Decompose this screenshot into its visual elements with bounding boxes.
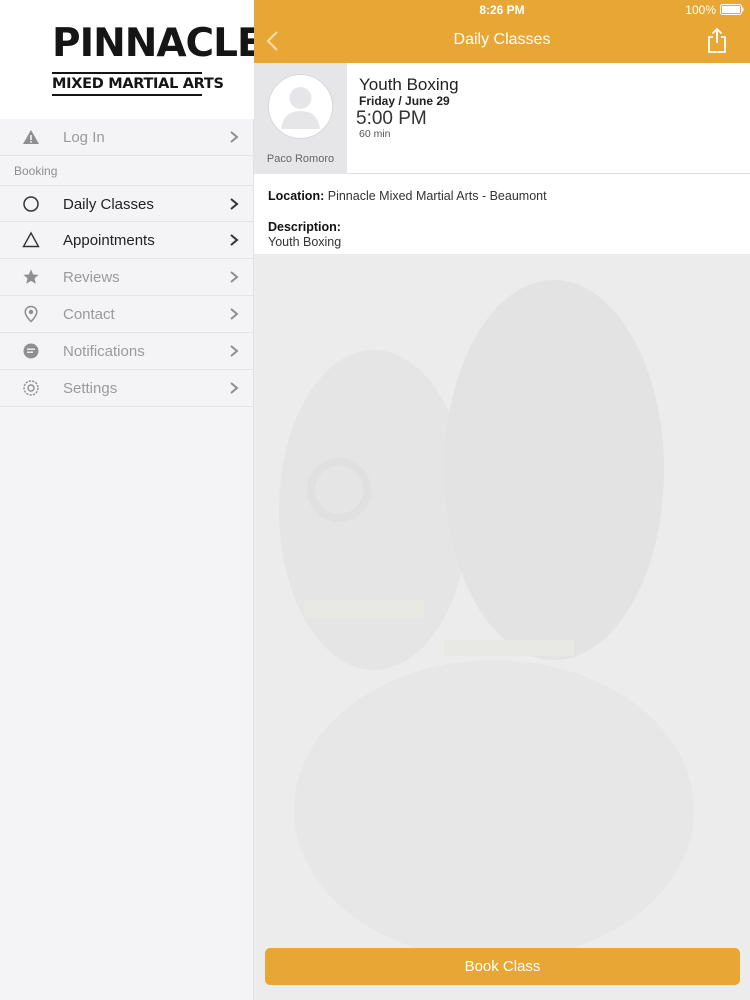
- chevron-right-icon: [230, 382, 239, 394]
- page-title: Daily Classes: [453, 31, 551, 48]
- class-card: Paco Romoro Youth Boxing Friday / June 2…: [254, 63, 750, 174]
- chevron-right-icon: [230, 345, 239, 357]
- sidebar-item-label: Log In: [63, 129, 105, 146]
- chevron-right-icon: [230, 131, 239, 143]
- chevron-right-icon: [230, 308, 239, 320]
- map-pin-icon: [24, 305, 38, 323]
- class-date: Friday / June 29: [359, 94, 450, 108]
- description-label: Description:: [268, 220, 341, 234]
- circle-icon: [23, 196, 39, 212]
- class-duration: 60 min: [359, 128, 391, 140]
- sidebar-item-label: Reviews: [63, 269, 120, 286]
- avatar: [268, 74, 333, 139]
- class-time: 5:00 PM: [356, 108, 427, 129]
- share-icon[interactable]: [706, 26, 728, 54]
- star-icon: [23, 269, 39, 284]
- nav-header: 8:26 PM 100% Daily Classes: [254, 0, 750, 63]
- description-label-line: Description:: [268, 220, 341, 234]
- sidebar-item-label: Contact: [63, 306, 115, 323]
- logo-area: PINNACLE MIXED MARTIAL ARTS: [0, 0, 264, 119]
- location-label: Location:: [268, 189, 325, 203]
- sidebar-item-label: Daily Classes: [63, 196, 154, 213]
- main-panel: 8:26 PM 100% Daily Classes Paco Romoro Y…: [254, 0, 750, 1000]
- chevron-right-icon: [230, 234, 239, 246]
- sidebar-item-label: Notifications: [63, 343, 145, 360]
- pinnacle-logo: PINNACLE MIXED MARTIAL ARTS: [52, 22, 264, 98]
- sidebar-item-daily-classes[interactable]: Daily Classes: [0, 185, 253, 222]
- sidebar-item-settings[interactable]: Settings: [0, 370, 253, 407]
- gear-icon: [23, 380, 39, 396]
- sidebar-item-reviews[interactable]: Reviews: [0, 259, 253, 296]
- sidebar-item-appointments[interactable]: Appointments: [0, 222, 253, 259]
- sidebar-item-contact[interactable]: Contact: [0, 296, 253, 333]
- sidebar-item-label: Settings: [63, 380, 118, 397]
- logo-subtitle: MIXED MARTIAL ARTS: [52, 72, 224, 96]
- chevron-right-icon: [230, 198, 239, 210]
- chat-bubble-icon: [23, 343, 39, 359]
- section-header-booking: Booking: [14, 164, 58, 178]
- instructor-name: Paco Romoro: [266, 153, 335, 165]
- class-title: Youth Boxing: [359, 75, 459, 94]
- warning-icon: [23, 130, 39, 144]
- sidebar: PINNACLE MIXED MARTIAL ARTS Log In Booki…: [0, 0, 264, 1000]
- book-class-button[interactable]: Book Class: [265, 948, 740, 985]
- description-value: Youth Boxing: [268, 235, 342, 249]
- status-time: 8:26 PM: [479, 3, 525, 17]
- sidebar-item-notifications[interactable]: Notifications: [0, 333, 253, 370]
- sidebar-item-label: Appointments: [63, 232, 155, 249]
- battery-icon: [720, 4, 744, 15]
- location-value: Pinnacle Mixed Martial Arts - Beaumont: [327, 189, 547, 203]
- background-photo: [254, 250, 750, 1000]
- sidebar-item-login[interactable]: Log In: [0, 119, 253, 156]
- chevron-right-icon: [230, 271, 239, 283]
- battery-percent: 100%: [685, 3, 716, 17]
- location-line: Location: Pinnacle Mixed Martial Arts - …: [268, 189, 547, 203]
- logo-title: PINNACLE: [52, 21, 264, 66]
- instructor-avatar-box[interactable]: Paco Romoro: [254, 63, 347, 174]
- class-details: Location: Pinnacle Mixed Martial Arts - …: [254, 174, 750, 254]
- triangle-icon: [22, 231, 40, 248]
